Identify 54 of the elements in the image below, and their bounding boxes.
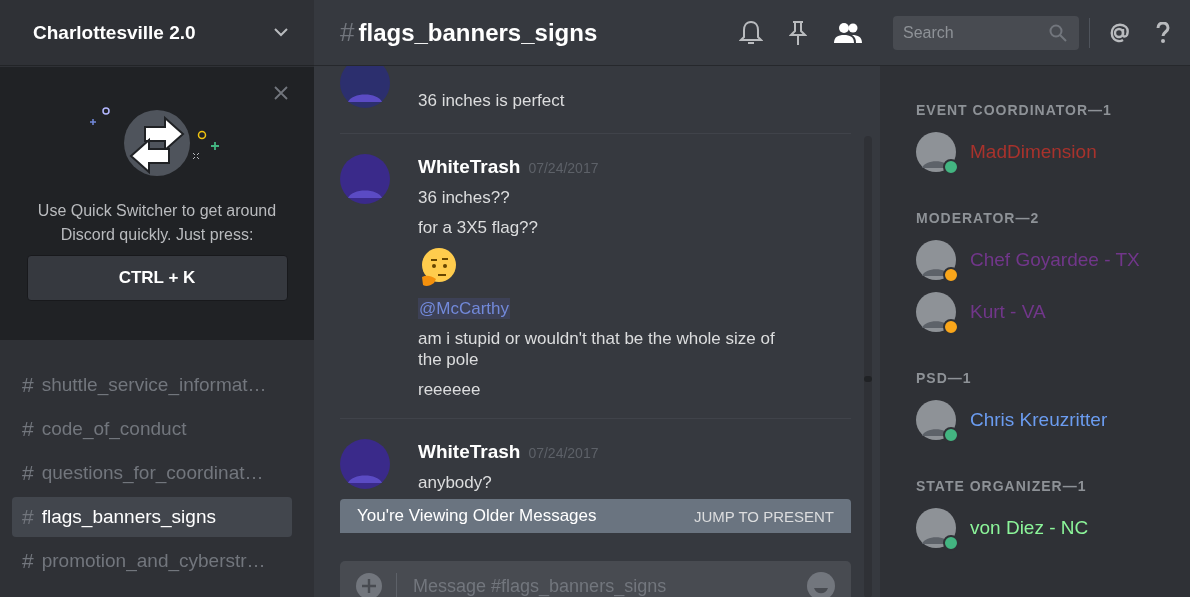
message-text: anybody? xyxy=(418,472,493,493)
channel-item[interactable]: # flags_banners_signs xyxy=(12,497,292,537)
message-author[interactable]: WhiteTrash xyxy=(418,156,521,178)
message-text: 36 inches?? xyxy=(418,187,511,208)
chevron-down-icon[interactable] xyxy=(274,28,288,37)
member-avatar[interactable] xyxy=(916,240,956,280)
member-name[interactable]: MadDimension xyxy=(970,141,1097,163)
shortcut-button[interactable]: CTRL + K xyxy=(26,255,288,301)
channel-title: flags_banners_signs xyxy=(358,18,598,47)
message-author[interactable]: WhiteTrash xyxy=(418,441,521,463)
bell-icon[interactable] xyxy=(739,19,763,46)
hash-icon: # xyxy=(22,373,34,397)
help-icon[interactable] xyxy=(1156,21,1170,44)
message-text: 36 inches is perfect xyxy=(418,90,565,111)
user-mention[interactable]: @McCarthy xyxy=(418,298,510,319)
jump-to-present-link[interactable]: JUMP TO PRESENT xyxy=(693,507,834,525)
channel-item[interactable]: # code_of_conduct xyxy=(12,409,292,449)
member-avatar[interactable] xyxy=(916,292,956,332)
search-icon xyxy=(1049,23,1067,42)
channel-item[interactable]: # questions_for_coordinat… xyxy=(12,453,292,493)
role-heading: STATE ORGANIZER—1 xyxy=(916,478,1088,494)
hash-icon: # xyxy=(22,505,34,529)
role-heading: EVENT COORDINATOR—1 xyxy=(916,102,1113,118)
channel-item[interactable]: # promotion_and_cyberstr… xyxy=(12,541,292,581)
role-heading: PSD—1 xyxy=(916,370,973,386)
search-field[interactable]: Search xyxy=(893,15,1079,50)
channel-name: questions_for_coordinat… xyxy=(41,462,264,484)
member-name[interactable]: Chris Kreuzritter xyxy=(970,409,1108,431)
mention-icon[interactable] xyxy=(1108,21,1130,44)
close-icon[interactable] xyxy=(274,86,288,100)
message-text: for a 3X5 flag?? xyxy=(418,217,540,238)
member-avatar[interactable] xyxy=(916,508,956,548)
member-avatar[interactable] xyxy=(916,132,956,172)
server-header[interactable]: Charlottesville 2.0 xyxy=(0,0,314,66)
channel-item[interactable]: # shuttle_service_informat… xyxy=(12,365,292,405)
hash-icon: # xyxy=(340,17,355,48)
hash-icon: # xyxy=(22,461,34,485)
channel-name: promotion_and_cyberstr… xyxy=(41,550,266,572)
channel-name: code_of_conduct xyxy=(41,418,187,440)
scrollbar[interactable] xyxy=(864,136,872,597)
server-name: Charlottesville 2.0 xyxy=(33,21,196,44)
older-messages-notice: You're Viewing Older Messages xyxy=(357,506,597,526)
message-text: reeeeee xyxy=(418,379,482,400)
pin-icon[interactable] xyxy=(789,19,807,46)
quick-switcher-hint: Use Quick Switcher to get around Discord quickly. Just press: xyxy=(36,201,278,245)
message-text: am i stupid or wouldn't that be the whole size of the pole xyxy=(418,328,776,370)
hash-icon: # xyxy=(22,549,34,573)
member-name[interactable]: von Diez - NC xyxy=(970,517,1089,539)
member-avatar[interactable] xyxy=(916,400,956,440)
channel-name: shuttle_service_informat… xyxy=(41,374,267,396)
channel-name: flags_banners_signs xyxy=(41,506,216,528)
role-heading: MODERATOR—2 xyxy=(916,210,1041,226)
members-icon[interactable] xyxy=(833,21,863,44)
hash-icon: # xyxy=(22,417,34,441)
